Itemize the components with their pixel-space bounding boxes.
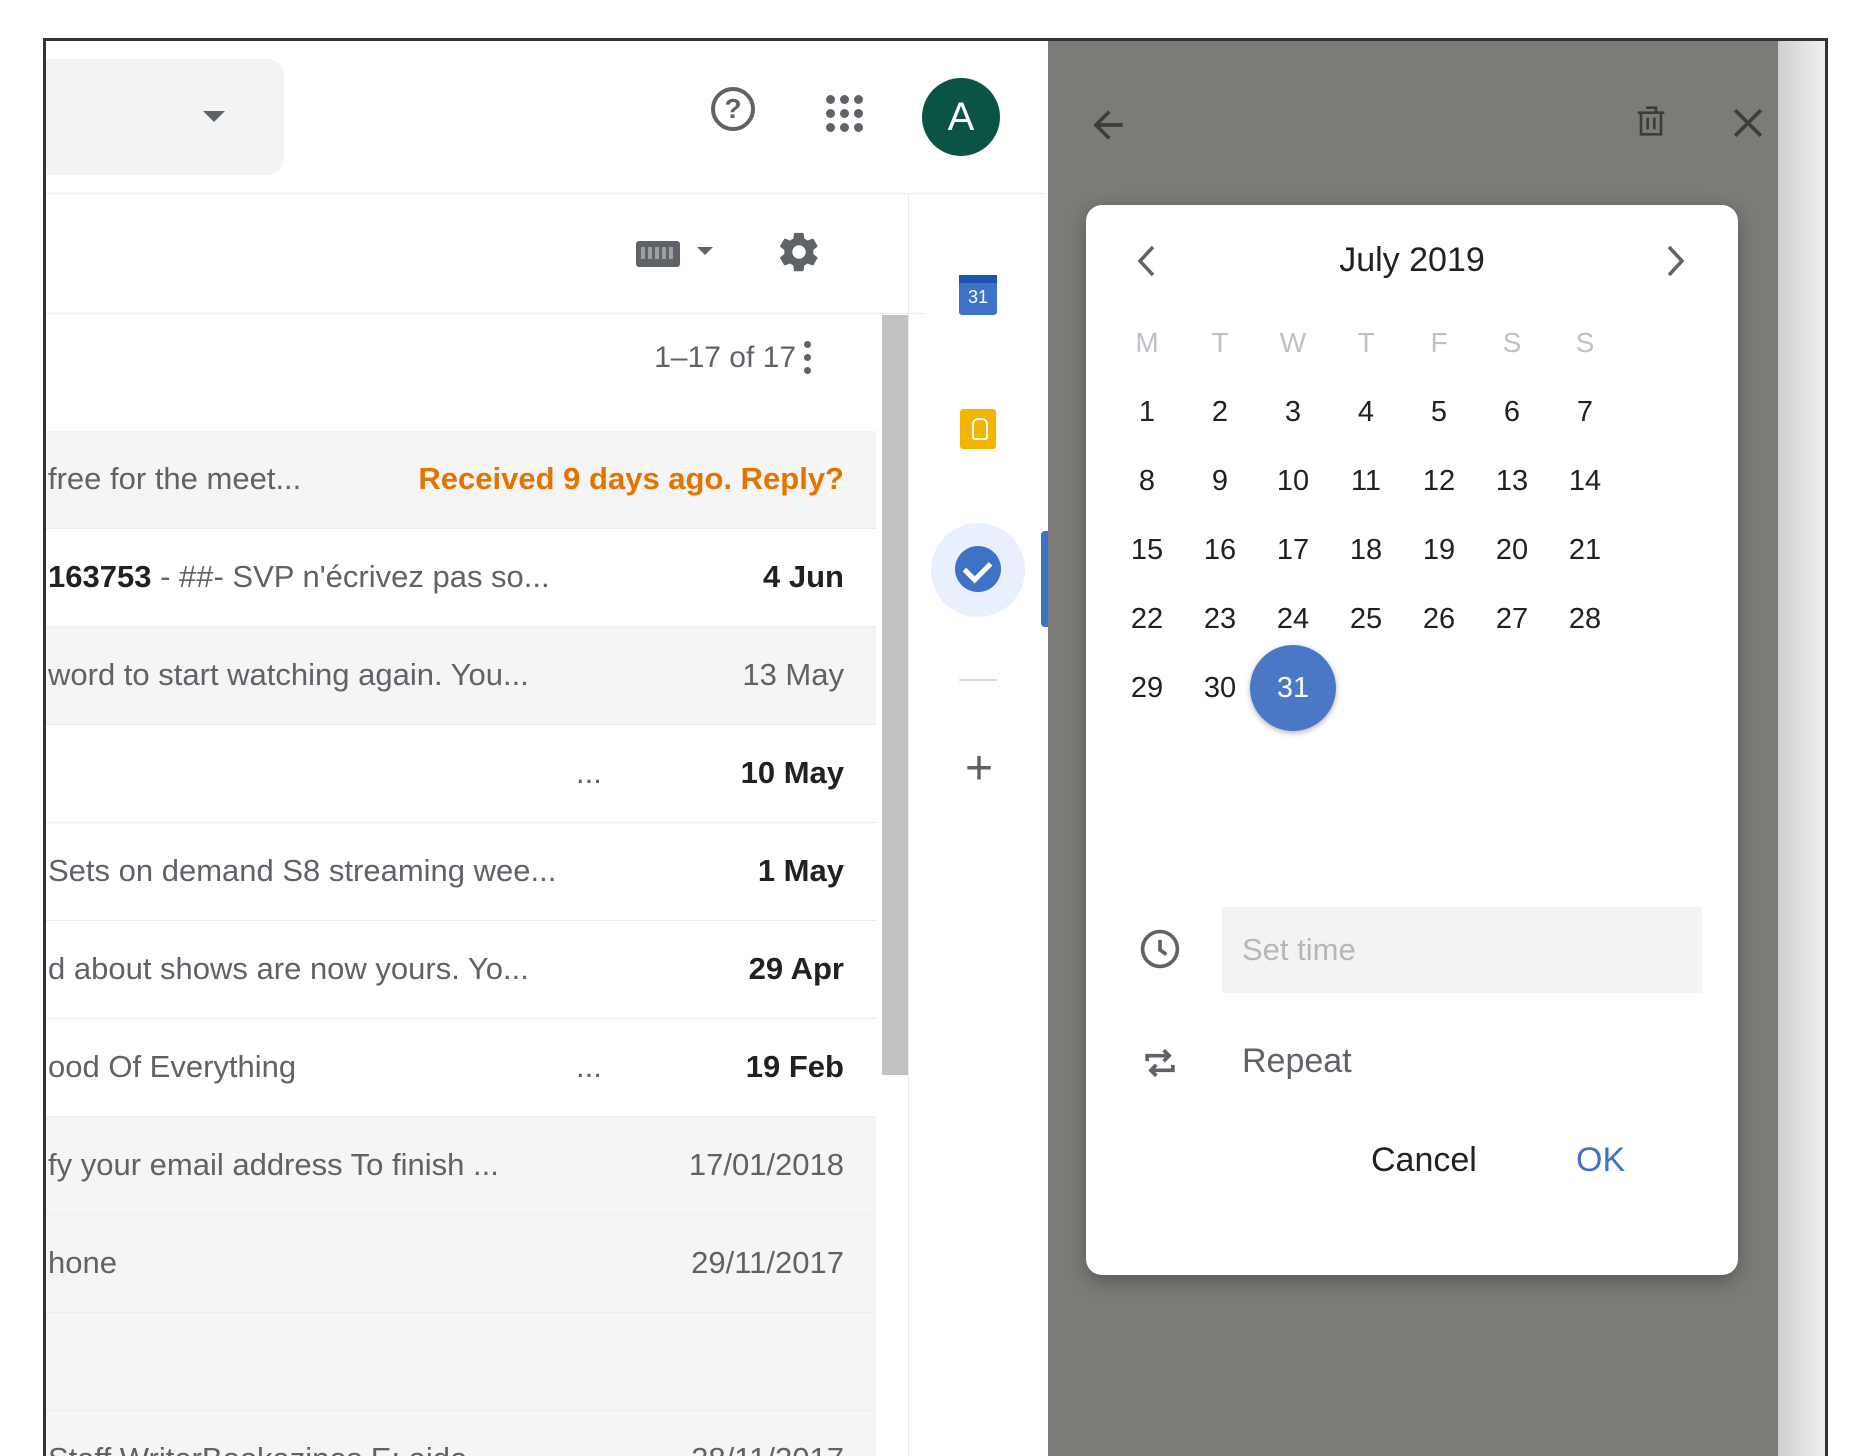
email-date: 28/11/2017 [691,1441,844,1456]
weekday-label: S [1575,327,1595,358]
email-list: free for the meet... Received 9 days ago.… [46,431,876,1456]
weekday-label: F [1430,327,1448,358]
apps-grid-icon[interactable] [822,91,866,135]
email-preview-text: word to start watching again. You... [48,657,529,692]
attachment-ellipsis: ... [576,755,602,790]
avatar[interactable]: A [922,78,1000,156]
close-icon[interactable] [1726,101,1770,145]
email-row[interactable]: fy your email address To finish ... 17/01… [46,1117,876,1215]
email-snippet: word to start watching again. You... [48,657,608,693]
reply-nudge: Received 9 days ago. Reply? [418,461,844,496]
email-snippet: 163753 - ##- SVP n'écrivez pas so... [48,559,608,595]
ok-button[interactable]: OK [1576,1141,1625,1180]
gear-icon[interactable] [776,229,822,275]
chevron-right-icon [1667,245,1685,277]
email-snippet: d about shows are now yours. Yo... [48,951,608,987]
email-row[interactable] [46,1313,876,1411]
weekday-label: T [1357,327,1375,358]
tasks-icon[interactable] [955,546,1001,592]
input-tools-caret-icon[interactable] [697,247,713,255]
weekday-label: T [1211,327,1229,358]
panel-edge [1778,41,1825,1456]
email-row[interactable]: word to start watching again. You... 13 M… [46,627,876,725]
side-panel-rail: 31 + [908,193,1049,1456]
email-subject: 163753 [48,559,152,594]
weekday-label: S [1502,327,1522,358]
next-month-button[interactable] [1656,241,1696,281]
help-icon[interactable]: ? [711,87,755,131]
trash-icon[interactable] [1631,99,1671,143]
weekday-label: M [1135,327,1159,358]
scrollbar[interactable] [882,315,908,1075]
repeat-icon [1145,1048,1175,1078]
repeat-option[interactable]: Repeat [1242,1042,1352,1081]
email-row[interactable]: hone 29/11/2017 [46,1215,876,1313]
keyboard-icon[interactable] [636,241,680,267]
add-icon[interactable]: + [959,745,999,793]
calendar-day[interactable]: 28 [1542,576,1628,662]
email-date: 17/01/2018 [688,1147,844,1182]
email-date: 4 Jun [763,559,844,594]
date-picker-dialog: July 2019 MTWTFSS 1 2 3 4 5 6 7 8 9 10 11 12 13 14 15 1… [1086,205,1738,1275]
email-snippet: ood Of Everything [48,1049,608,1085]
email-snippet: Sets on demand S8 streaming wee... [48,853,608,889]
cancel-button[interactable]: Cancel [1371,1141,1477,1180]
toolbar-divider [46,313,926,314]
email-preview-text: - ##- SVP n'écrivez pas so... [151,559,550,594]
email-date: 13 May [742,657,844,692]
email-preview-text: free for the meet... [48,461,302,496]
email-row[interactable]: d about shows are now yours. Yo... 29 Apr [46,921,876,1019]
email-row[interactable]: free for the meet... Received 9 days ago.… [46,431,876,529]
calendar-icon[interactable]: 31 [959,275,997,315]
email-date: 29/11/2017 [691,1245,844,1280]
email-row[interactable]: ... 10 May [46,725,876,823]
set-time-input[interactable] [1222,907,1702,993]
email-snippet: Staff WriterBookazines E: aide... [48,1441,608,1456]
email-row[interactable]: Sets on demand S8 streaming wee... 1 May [46,823,876,921]
selected-day[interactable]: 31 [1250,645,1336,731]
email-snippet: fy your email address To finish ... [48,1147,608,1183]
email-row[interactable]: 163753 - ##- SVP n'écrivez pas so... 4 Ju… [46,529,876,627]
email-date: 10 May [740,755,844,790]
email-preview-text: Staff WriterBookazines E: aide... [48,1441,493,1456]
month-title: July 2019 [1339,241,1485,279]
pagination-label: 1–17 of 17 [654,341,796,374]
email-date: 29 Apr [748,951,844,986]
back-arrow-icon[interactable] [1086,103,1130,147]
email-preview-text: fy your email address To finish ... [48,1147,499,1182]
attachment-ellipsis: ... [576,1049,602,1084]
header-divider [46,193,1046,194]
email-preview-text: ood Of Everything [48,1049,297,1084]
gmail-window: ? A 1–17 of 17 free for the meet... Recei… [43,38,1828,1456]
email-preview-text: Sets on demand S8 streaming wee... [48,853,557,888]
search-bar[interactable] [46,59,284,175]
email-date: 1 May [757,853,844,888]
email-snippet: hone [48,1245,608,1281]
email-row[interactable]: ood Of Everything... 19 Feb [46,1019,876,1117]
email-date: 19 Feb [745,1049,844,1084]
search-options-caret-icon[interactable] [203,111,225,122]
rail-divider [959,679,997,681]
weekday-label: W [1279,327,1307,358]
more-options-icon[interactable] [802,341,812,381]
email-row[interactable]: Staff WriterBookazines E: aide... 28/11/2… [46,1411,876,1456]
email-preview-text: d about shows are now yours. Yo... [48,951,529,986]
clock-icon [1140,929,1180,969]
email-preview-text: hone [48,1245,117,1280]
keep-icon[interactable] [960,409,996,449]
